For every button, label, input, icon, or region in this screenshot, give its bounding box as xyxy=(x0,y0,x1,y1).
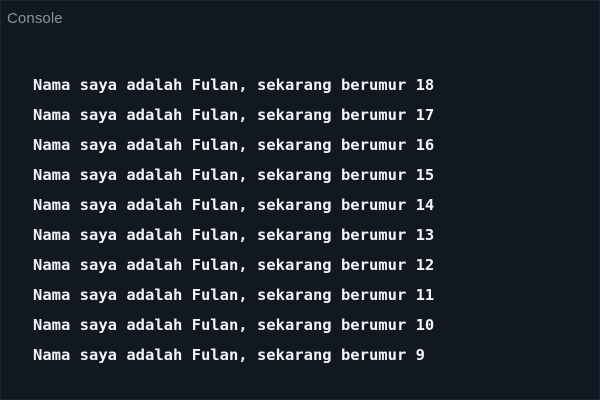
output-line: Nama saya adalah Fulan, sekarang berumur… xyxy=(33,226,435,244)
output-line: Nama saya adalah Fulan, sekarang berumur… xyxy=(33,316,435,334)
console-title: Console xyxy=(7,10,63,27)
output-line: Nama saya adalah Fulan, sekarang berumur… xyxy=(33,166,435,184)
output-line: Nama saya adalah Fulan, sekarang berumur… xyxy=(33,256,435,274)
console-output[interactable]: Nama saya adalah Fulan, sekarang berumur… xyxy=(33,70,434,370)
output-line: Nama saya adalah Fulan, sekarang berumur… xyxy=(33,106,435,124)
output-line: Nama saya adalah Fulan, sekarang berumur… xyxy=(33,346,425,364)
console-panel: Console Nama saya adalah Fulan, sekarang… xyxy=(0,0,600,400)
output-line: Nama saya adalah Fulan, sekarang berumur… xyxy=(33,196,435,214)
output-line: Nama saya adalah Fulan, sekarang berumur… xyxy=(33,286,435,304)
output-line: Nama saya adalah Fulan, sekarang berumur… xyxy=(33,76,435,94)
output-line: Nama saya adalah Fulan, sekarang berumur… xyxy=(33,136,435,154)
